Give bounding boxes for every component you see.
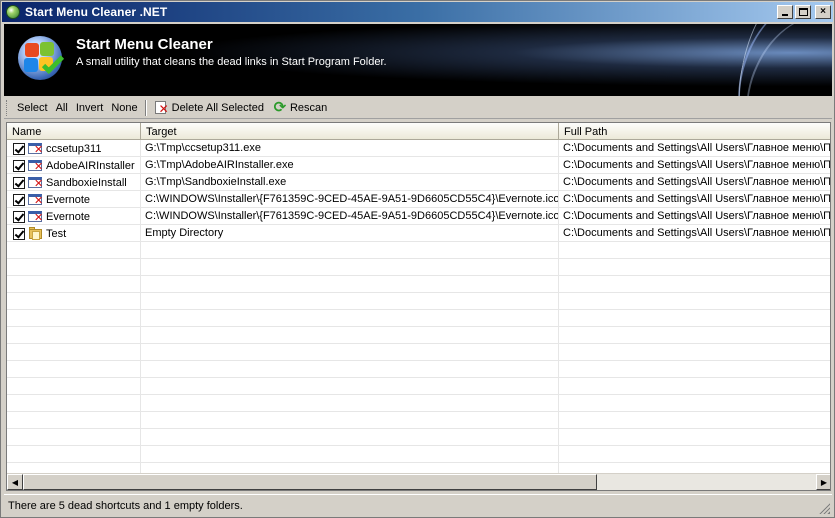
dead-shortcut-icon: ✕ xyxy=(28,142,44,156)
toolbar: Select All Invert None ✕ Delete All Sele… xyxy=(4,97,832,119)
select-label: Select xyxy=(17,101,48,114)
delete-all-selected-button[interactable]: ✕ Delete All Selected xyxy=(150,100,268,116)
table-row[interactable]: ✕ SandboxieInstall G:\Tmp\SandboxieInsta… xyxy=(7,174,830,191)
resize-grip-icon[interactable] xyxy=(818,502,830,514)
window-title: Start Menu Cleaner .NET xyxy=(25,5,168,19)
empty-row xyxy=(7,429,830,446)
toolbar-separator xyxy=(144,99,147,116)
shortcut-list[interactable]: Name Target Full Path ✕ ccsetup311 G:\Tm… xyxy=(6,122,831,491)
banner-subtitle: A small utility that cleans the dead lin… xyxy=(76,56,387,68)
empty-row xyxy=(7,446,830,463)
row-name: AdobeAIRInstaller xyxy=(46,159,135,172)
close-icon: × xyxy=(820,6,826,17)
row-full-path: C:\Documents and Settings\All Users\Глав… xyxy=(559,191,830,208)
row-full-path: C:\Documents and Settings\All Users\Глав… xyxy=(559,225,830,242)
delete-icon: ✕ xyxy=(154,100,170,116)
arrow-right-icon: ▶ xyxy=(820,477,828,487)
table-row[interactable]: ✕ Evernote C:\WINDOWS\Installer\{F761359… xyxy=(7,208,830,225)
empty-row xyxy=(7,310,830,327)
row-checkbox[interactable] xyxy=(13,176,25,189)
row-checkbox[interactable] xyxy=(13,227,25,240)
dead-shortcut-icon: ✕ xyxy=(28,176,44,190)
row-full-path: C:\Documents and Settings\All Users\Глав… xyxy=(559,140,830,157)
windows-logo-check-icon xyxy=(18,36,65,80)
empty-row xyxy=(7,412,830,429)
horizontal-scrollbar[interactable]: ◀ ▶ xyxy=(7,473,830,490)
column-header-name[interactable]: Name xyxy=(7,123,141,140)
empty-row xyxy=(7,242,830,259)
status-bar: There are 5 dead shortcuts and 1 empty f… xyxy=(4,494,832,516)
rescan-label: Rescan xyxy=(289,101,328,114)
scroll-thumb[interactable] xyxy=(23,474,597,490)
main-window: Start Menu Cleaner .NET × Start Menu Cle… xyxy=(0,0,835,518)
empty-folder-icon xyxy=(28,226,44,241)
empty-row xyxy=(7,378,830,395)
delete-all-selected-label: Delete All Selected xyxy=(171,101,264,114)
row-checkbox[interactable] xyxy=(13,210,25,223)
empty-row xyxy=(7,293,830,310)
row-name: Test xyxy=(46,227,67,240)
empty-row xyxy=(7,259,830,276)
row-target: G:\Tmp\ccsetup311.exe xyxy=(141,140,559,157)
table-row[interactable]: ✕ Evernote C:\WINDOWS\Installer\{F761359… xyxy=(7,191,830,208)
row-target: Empty Directory xyxy=(141,225,559,242)
list-rows: ✕ ccsetup311 G:\Tmp\ccsetup311.exe C:\Do… xyxy=(7,140,830,480)
empty-row xyxy=(7,327,830,344)
table-row[interactable]: ✕ AdobeAIRInstaller G:\Tmp\AdobeAIRInsta… xyxy=(7,157,830,174)
banner-title: Start Menu Cleaner xyxy=(76,36,213,53)
row-checkbox[interactable] xyxy=(13,193,25,206)
row-checkbox[interactable] xyxy=(13,159,25,172)
empty-row xyxy=(7,361,830,378)
app-globe-icon xyxy=(6,5,20,19)
row-name: ccsetup311 xyxy=(46,142,102,155)
row-name: Evernote xyxy=(46,193,91,206)
scroll-right-button[interactable]: ▶ xyxy=(816,474,830,490)
row-name: Evernote xyxy=(46,210,91,223)
dead-shortcut-icon: ✕ xyxy=(28,210,44,224)
table-row[interactable]: Test Empty Directory C:\Documents and Se… xyxy=(7,225,830,242)
select-all-button[interactable]: All xyxy=(52,102,72,114)
row-target: C:\WINDOWS\Installer\{F761359C-9CED-45AE… xyxy=(141,208,559,225)
invert-selection-button[interactable]: Invert xyxy=(72,102,108,114)
scroll-track[interactable] xyxy=(23,474,816,490)
arrow-left-icon: ◀ xyxy=(11,477,19,487)
table-row[interactable]: ✕ ccsetup311 G:\Tmp\ccsetup311.exe C:\Do… xyxy=(7,140,830,157)
row-target: C:\WINDOWS\Installer\{F761359C-9CED-45AE… xyxy=(141,191,559,208)
refresh-icon: ⟳ xyxy=(273,98,287,116)
minimize-icon xyxy=(782,14,788,16)
dead-shortcut-icon: ✕ xyxy=(28,159,44,173)
scroll-left-button[interactable]: ◀ xyxy=(7,474,23,490)
empty-row xyxy=(7,276,830,293)
select-none-button[interactable]: None xyxy=(107,102,141,114)
toolbar-grip[interactable] xyxy=(6,99,9,116)
row-target: G:\Tmp\AdobeAIRInstaller.exe xyxy=(141,157,559,174)
rescan-button[interactable]: ⟳ Rescan xyxy=(268,98,331,116)
maximize-icon xyxy=(798,8,808,16)
list-header: Name Target Full Path xyxy=(7,123,830,140)
dead-shortcut-icon: ✕ xyxy=(28,193,44,207)
close-button[interactable]: × xyxy=(815,5,831,19)
maximize-button[interactable] xyxy=(795,5,811,19)
row-full-path: C:\Documents and Settings\All Users\Глав… xyxy=(559,157,830,174)
row-target: G:\Tmp\SandboxieInstall.exe xyxy=(141,174,559,191)
column-header-full-path[interactable]: Full Path xyxy=(559,123,830,140)
empty-row xyxy=(7,344,830,361)
header-banner: Start Menu Cleaner A small utility that … xyxy=(4,24,832,96)
row-full-path: C:\Documents and Settings\All Users\Глав… xyxy=(559,208,830,225)
row-full-path: C:\Documents and Settings\All Users\Глав… xyxy=(559,174,830,191)
row-name: SandboxieInstall xyxy=(46,176,127,189)
column-header-target[interactable]: Target xyxy=(141,123,559,140)
minimize-button[interactable] xyxy=(777,5,793,19)
title-bar[interactable]: Start Menu Cleaner .NET × xyxy=(2,2,833,22)
row-checkbox[interactable] xyxy=(13,142,25,155)
status-text: There are 5 dead shortcuts and 1 empty f… xyxy=(8,499,243,512)
empty-row xyxy=(7,395,830,412)
